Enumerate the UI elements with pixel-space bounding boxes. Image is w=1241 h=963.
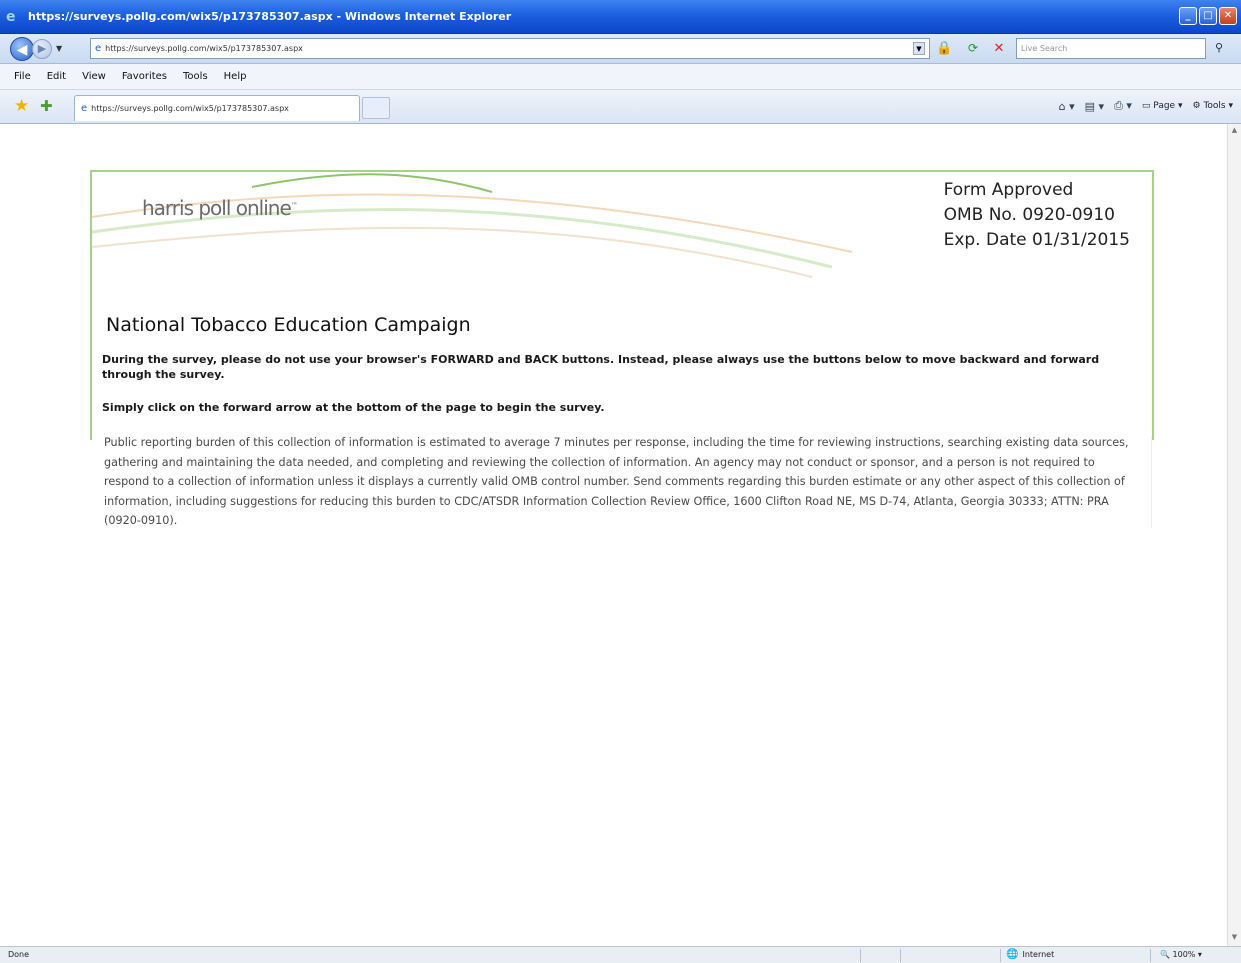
scroll-down-arrow-icon[interactable]: ▼ <box>1229 933 1240 944</box>
feeds-icon[interactable]: ▤ ▾ <box>1085 100 1104 113</box>
zoom-level[interactable]: 🔍 100% ▾ <box>1160 950 1202 959</box>
menu-tools[interactable]: Tools <box>183 71 208 82</box>
add-favorites-icon[interactable]: ✚ <box>40 97 53 115</box>
page-menu[interactable]: ▭ Page ▾ <box>1142 101 1183 111</box>
page-title: National Tobacco Education Campaign <box>106 314 471 336</box>
status-bar: Done 🌐 Internet 🔍 100% ▾ <box>0 946 1241 963</box>
maximize-button[interactable]: □ <box>1199 7 1217 25</box>
tab-label: https://surveys.pollg.com/wix5/p17378530… <box>91 104 289 113</box>
harris-poll-logo: harris poll online™ <box>142 196 298 220</box>
vertical-scrollbar[interactable]: ▲ ▼ <box>1227 124 1241 946</box>
recent-pages-dropdown[interactable]: ▼ <box>56 44 62 53</box>
address-dropdown-button[interactable]: ▼ <box>913 42 925 55</box>
omb-form-approved: Form Approved <box>943 180 1074 200</box>
refresh-icon[interactable]: ⟳ <box>964 41 982 59</box>
title-bar: e https://surveys.pollg.com/wix5/p173785… <box>0 0 1241 34</box>
window-controls: _ □ ✕ <box>1179 7 1237 25</box>
home-icon[interactable]: ⌂ ▾ <box>1059 100 1075 113</box>
omb-expiration: Exp. Date 01/31/2015 <box>943 230 1130 250</box>
tab-page-icon: e <box>81 103 88 114</box>
favorites-star-icon[interactable]: ★ <box>14 96 29 116</box>
page-menu-label: Page <box>1153 101 1176 111</box>
decorative-swoosh <box>92 173 852 278</box>
zone-label: Internet <box>1022 950 1055 959</box>
search-input[interactable]: Live Search <box>1016 38 1206 59</box>
tools-menu[interactable]: ⚙ Tools ▾ <box>1192 101 1233 111</box>
command-bar: ⌂ ▾ ▤ ▾ ⎙ ▾ ▭ Page ▾ ⚙ Tools ▾ <box>1059 99 1233 113</box>
status-divider <box>1150 949 1151 962</box>
tools-menu-icon: ⚙ <box>1192 101 1201 111</box>
address-toolbar: ◀ ▶ ▼ e https://surveys.pollg.com/wix5/p… <box>0 34 1241 64</box>
globe-icon: 🌐 <box>1006 949 1019 960</box>
forward-button[interactable]: ▶ <box>32 38 52 59</box>
start-instruction: Simply click on the forward arrow at the… <box>102 401 605 414</box>
menu-view[interactable]: View <box>82 71 106 82</box>
page-menu-icon: ▭ <box>1141 101 1151 111</box>
burden-statement: Public reporting burden of this collecti… <box>104 436 1129 527</box>
omb-approval-block: Form Approved OMB No. 0920-0910 Exp. Dat… <box>944 178 1130 253</box>
navigation-instruction: During the survey, please do not use you… <box>102 353 1100 381</box>
status-divider <box>1000 949 1001 962</box>
search-placeholder: Live Search <box>1021 44 1068 53</box>
scroll-up-arrow-icon[interactable]: ▲ <box>1229 126 1240 137</box>
minimize-button[interactable]: _ <box>1179 7 1197 25</box>
window-title: https://surveys.pollg.com/wix5/p17378530… <box>28 10 512 23</box>
tools-menu-label: Tools <box>1203 101 1226 111</box>
zoom-value: 100% <box>1172 950 1196 959</box>
logo-text: harris poll online <box>142 196 292 220</box>
tab-active[interactable]: e https://surveys.pollg.com/wix5/p173785… <box>74 95 360 121</box>
omb-number: OMB No. 0920-0910 <box>943 205 1115 225</box>
security-zone[interactable]: 🌐 Internet <box>1006 949 1054 960</box>
menu-file[interactable]: File <box>14 71 31 82</box>
status-divider <box>900 949 901 962</box>
new-tab-button[interactable] <box>362 97 390 119</box>
internet-explorer-icon: e <box>6 8 16 25</box>
address-url: https://surveys.pollg.com/wix5/p17378530… <box>105 44 303 53</box>
page-icon: e <box>95 43 102 54</box>
lock-icon[interactable]: 🔒 <box>936 41 952 59</box>
menu-edit[interactable]: Edit <box>47 71 66 82</box>
survey-header-card: harris poll online™ Form Approved OMB No… <box>90 170 1154 440</box>
menu-favorites[interactable]: Favorites <box>122 71 167 82</box>
stop-icon[interactable]: ✕ <box>990 41 1008 59</box>
address-input[interactable]: e https://surveys.pollg.com/wix5/p173785… <box>90 38 930 59</box>
status-text: Done <box>8 950 30 959</box>
close-button[interactable]: ✕ <box>1219 7 1237 25</box>
menu-help[interactable]: Help <box>224 71 247 82</box>
zoom-icon: 🔍 <box>1160 950 1170 959</box>
menu-bar: File Edit View Favorites Tools Help <box>0 64 1241 90</box>
page-viewport: harris poll online™ Form Approved OMB No… <box>0 124 1241 946</box>
search-icon[interactable]: ⚲ <box>1210 41 1228 57</box>
tab-bar: ★ ✚ e https://surveys.pollg.com/wix5/p17… <box>0 90 1241 124</box>
status-divider <box>860 949 861 962</box>
print-icon[interactable]: ⎙ ▾ <box>1114 99 1132 113</box>
back-button[interactable]: ◀ <box>10 36 34 61</box>
